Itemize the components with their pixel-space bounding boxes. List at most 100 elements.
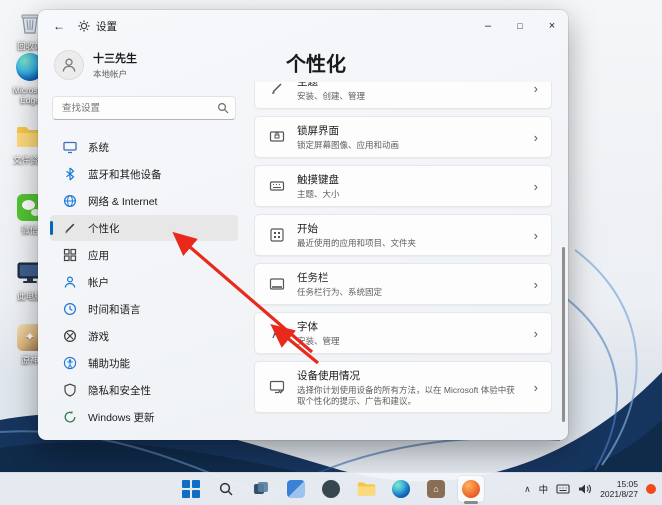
sidebar-item-system[interactable]: 系统 [50, 134, 238, 160]
sidebar-item-privacy[interactable]: 隐私和安全性 [50, 377, 238, 403]
search-icon [219, 482, 233, 496]
card-touch-keyboard[interactable]: 触摸键盘 主题、大小 › [254, 165, 552, 207]
search-icon [217, 101, 229, 119]
chevron-right-icon: › [533, 82, 538, 96]
sidebar-item-label: 系统 [88, 141, 109, 154]
settings-search [52, 96, 236, 120]
apps-grid-icon [62, 248, 77, 263]
globe-icon [62, 194, 77, 209]
sidebar-item-windows-update[interactable]: Windows 更新 [50, 404, 238, 430]
card-title: 触摸键盘 [297, 174, 339, 186]
clock-icon [62, 302, 77, 317]
taskbar-icon-search[interactable] [213, 476, 239, 502]
active-app-indicator [464, 501, 478, 504]
card-title: 开始 [297, 223, 318, 235]
sidebar-item-accessibility[interactable]: 辅助功能 [50, 350, 238, 376]
personalization-brush-icon [62, 221, 77, 236]
card-lock-screen[interactable]: 锁屏界面 锁定屏幕图像、应用和动画 › [254, 116, 552, 158]
start-menu-icon [268, 227, 285, 243]
sidebar-item-label: 蓝牙和其他设备 [88, 168, 162, 181]
avatar [54, 50, 84, 80]
taskbar-icon-widgets[interactable] [283, 476, 309, 502]
cards-list: 主题 安装、创建、管理 › 锁屏界面 锁定屏幕图像、应用和动画 › 触摸键盘 主… [254, 82, 552, 440]
sidebar-item-gaming[interactable]: 游戏 [50, 323, 238, 349]
taskbar-icon-chat[interactable] [318, 476, 344, 502]
widgets-icon [287, 480, 305, 498]
search-input[interactable] [52, 96, 236, 120]
system-icon [62, 140, 77, 155]
sidebar-item-personalization[interactable]: 个性化 [50, 215, 238, 241]
sidebar-item-bluetooth[interactable]: 蓝牙和其他设备 [50, 161, 238, 187]
card-start[interactable]: 开始 最近使用的应用和项目、文件夹 › [254, 214, 552, 256]
sidebar-item-label: 辅助功能 [88, 357, 130, 370]
sidebar-item-apps[interactable]: 应用 [50, 242, 238, 268]
settings-sidebar: 十三先生 本地帐户 系统 蓝牙和其他设备 [48, 46, 240, 440]
chevron-right-icon: › [533, 178, 538, 194]
bluetooth-icon [62, 167, 77, 182]
store-icon: ⌂ [427, 480, 445, 498]
clock[interactable]: 15:05 2021/8/27 [600, 479, 638, 499]
sidebar-item-network[interactable]: 网络 & Internet [50, 188, 238, 214]
card-fonts[interactable]: 字体 安装、管理 › [254, 312, 552, 354]
taskbar: ⌂ ∧ 中 15:05 2021/8/27 [0, 472, 662, 505]
selected-indicator [50, 221, 53, 235]
themes-pen-icon [268, 82, 285, 96]
touch-keyboard-icon[interactable] [556, 483, 570, 495]
person-icon [62, 275, 77, 290]
user-name: 十三先生 [93, 53, 137, 65]
window-title: 设置 [96, 20, 117, 33]
card-subtitle: 任务栏行为、系统固定 [297, 287, 383, 297]
card-title: 锁屏界面 [297, 125, 339, 137]
chevron-right-icon: › [533, 379, 538, 395]
minimize-button[interactable]: – [472, 10, 504, 42]
settings-nav: 系统 蓝牙和其他设备 网络 & Internet 个性化 应用 帐户 时间和语言… [48, 134, 240, 430]
taskbar-icon-start[interactable] [178, 476, 204, 502]
sidebar-item-accounts[interactable]: 帐户 [50, 269, 238, 295]
taskbar-icon-store[interactable]: ⌂ [423, 476, 449, 502]
sidebar-item-label: 网络 & Internet [88, 195, 158, 208]
sidebar-item-label: Windows 更新 [88, 411, 155, 424]
chevron-right-icon: › [533, 129, 538, 145]
xbox-icon [62, 329, 77, 344]
sidebar-item-label: 应用 [88, 249, 109, 262]
user-account[interactable]: 十三先生 本地帐户 [48, 46, 240, 84]
card-subtitle: 选择你计划使用设备的所有方法，以在 Microsoft 体验中获取个性化的提示、… [297, 384, 515, 406]
tray-time: 15:05 [616, 479, 638, 489]
card-title: 主题 [297, 82, 318, 88]
card-subtitle: 安装、创建、管理 [297, 91, 366, 101]
sidebar-item-label: 个性化 [88, 222, 120, 235]
page-title: 个性化 [286, 54, 346, 76]
desktop: 回收站 Microsoft Edge 文件资料 微信 此电脑 ✦ 原神 ← 设置 [0, 0, 662, 505]
file-explorer-icon [357, 481, 376, 497]
system-tray: ∧ 中 15:05 2021/8/27 [524, 473, 656, 505]
card-subtitle: 最近使用的应用和项目、文件夹 [297, 238, 417, 248]
back-button[interactable]: ← [46, 15, 72, 37]
sidebar-item-label: 帐户 [88, 276, 109, 289]
card-subtitle: 安装、管理 [297, 336, 340, 346]
update-icon [62, 410, 77, 425]
desktop-icon-label: 原神 [21, 355, 39, 365]
tray-chevron-up-icon[interactable]: ∧ [524, 484, 531, 495]
scrollbar-thumb[interactable] [562, 247, 565, 422]
card-device-usage[interactable]: 设备使用情况 选择你计划使用设备的所有方法，以在 Microsoft 体验中获取… [254, 361, 552, 413]
volume-icon[interactable] [578, 483, 592, 495]
taskbar-icon-file-explorer[interactable] [353, 476, 379, 502]
chevron-right-icon: › [533, 325, 538, 341]
taskbar-icon-settings[interactable] [458, 476, 484, 504]
notification-badge[interactable] [646, 484, 656, 494]
card-themes[interactable]: 主题 安装、创建、管理 › [254, 82, 552, 109]
close-button[interactable]: × [536, 10, 568, 42]
taskbar-icon-edge[interactable] [388, 476, 414, 502]
sidebar-item-time-language[interactable]: 时间和语言 [50, 296, 238, 322]
device-usage-icon [268, 379, 285, 395]
settings-gear-icon [78, 20, 90, 32]
card-subtitle: 主题、大小 [297, 189, 340, 199]
tray-date: 2021/8/27 [600, 489, 638, 499]
taskbar-icon-task-view[interactable] [248, 476, 274, 502]
settings-window: ← 设置 – □ × 十三先生 本地帐户 查找设置 系统 蓝牙和其他设备 网络 … [38, 10, 568, 440]
accessibility-icon [62, 356, 77, 371]
card-taskbar[interactable]: 任务栏 任务栏行为、系统固定 › [254, 263, 552, 305]
maximize-button[interactable]: □ [504, 10, 536, 42]
ime-indicator[interactable]: 中 [539, 482, 549, 496]
sidebar-item-label: 游戏 [88, 330, 109, 343]
